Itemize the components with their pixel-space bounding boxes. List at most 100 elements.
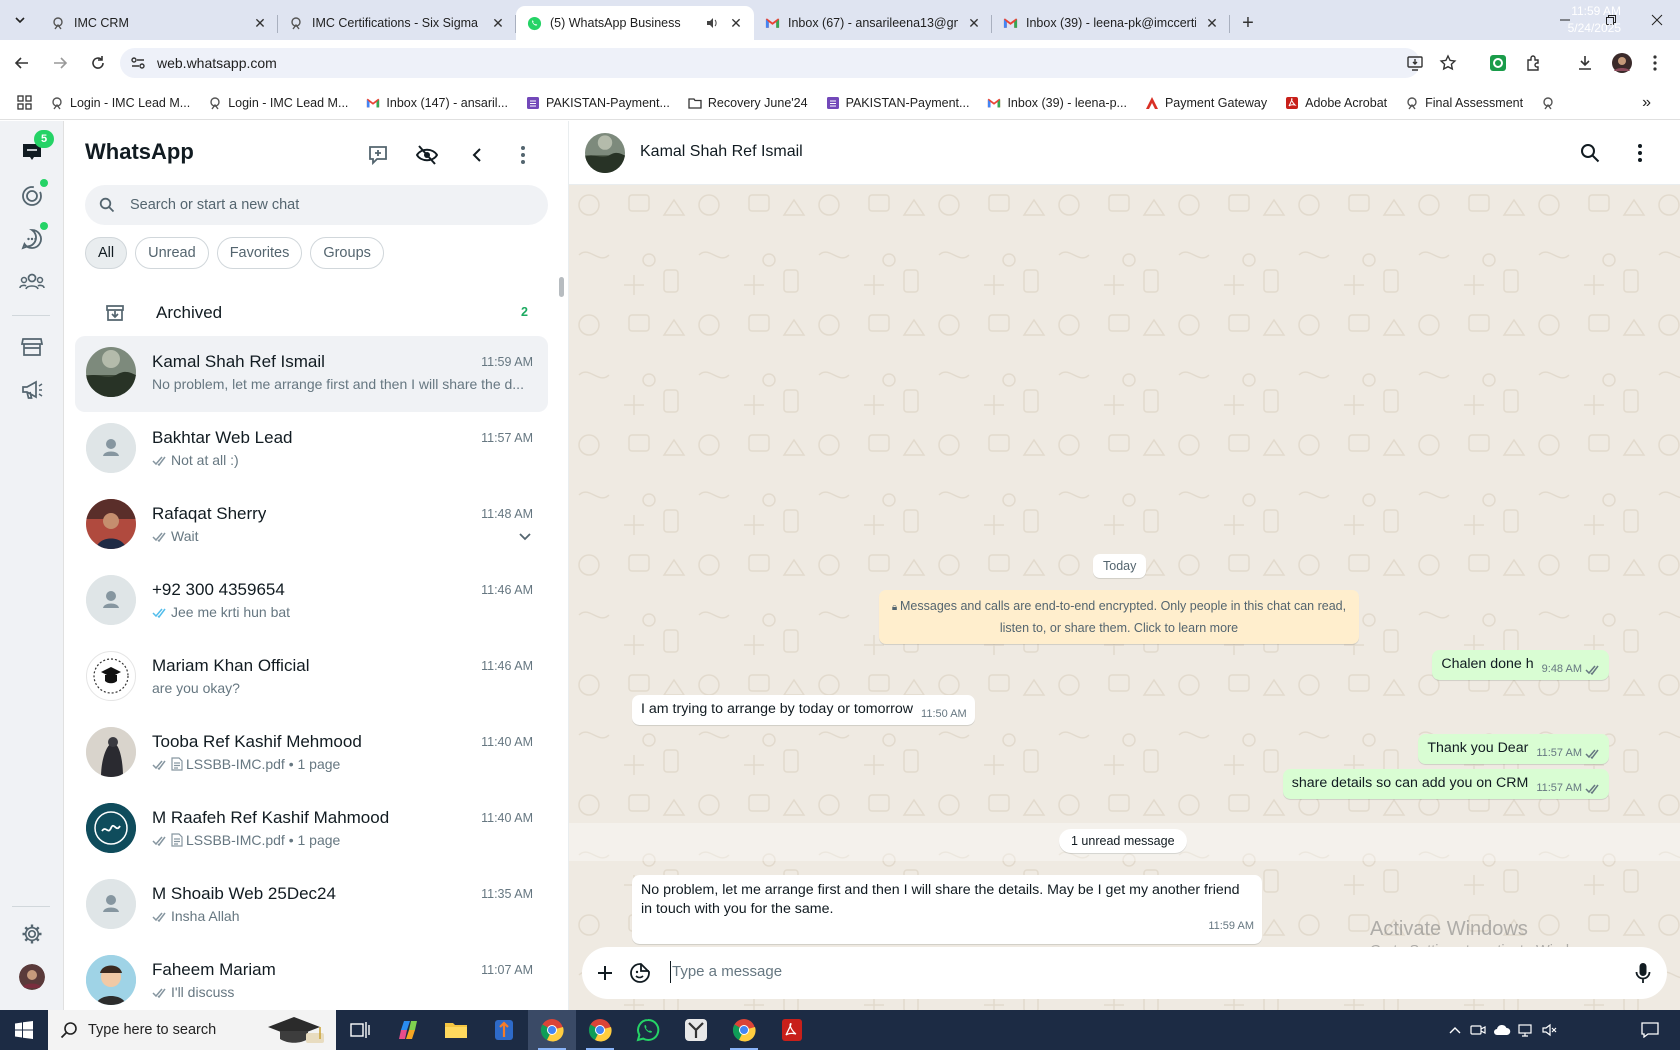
taskbar-chrome[interactable] [720, 1010, 768, 1050]
message-input[interactable]: Type a message [672, 963, 782, 980]
close-icon[interactable]: ✕ [728, 15, 744, 31]
browser-tab-gmail-inbox-39[interactable]: Inbox (39) - leena-pk@imccerti ✕ [992, 6, 1230, 40]
notification-center-button[interactable] [1630, 1010, 1670, 1050]
sidebar-menu-button[interactable] [510, 142, 536, 168]
chat-item-faheem-mariam[interactable]: Faheem Mariam 11:07 AM I'll discuss [75, 944, 548, 1010]
chat-item-tooba[interactable]: Tooba Ref Kashif Mehmood 11:40 AM LSSBB-… [75, 716, 548, 792]
close-icon[interactable]: ✕ [1204, 15, 1220, 31]
extensions-menu-button[interactable] [1518, 47, 1550, 79]
chat-item-m-shoaib[interactable]: M Shoaib Web 25Dec24 11:35 AM Insha Alla… [75, 868, 548, 944]
message-outgoing[interactable]: share details so can add you on CRM 11:5… [1282, 769, 1609, 799]
forward-button[interactable] [44, 47, 76, 79]
tray-meet-now[interactable] [1467, 1010, 1489, 1050]
chevron-down-icon[interactable] [517, 528, 533, 544]
archived-row[interactable]: Archived 2 [85, 289, 548, 337]
collapse-button[interactable] [464, 142, 490, 168]
lock-chats-button[interactable] [414, 142, 440, 168]
message-outgoing[interactable]: Thank you Dear 11:57 AM [1418, 734, 1609, 764]
speaker-icon[interactable] [704, 15, 720, 31]
close-icon[interactable]: ✕ [966, 15, 982, 31]
search-messages-button[interactable] [1577, 140, 1603, 166]
tray-volume[interactable] [1539, 1010, 1561, 1050]
sticker-button[interactable] [627, 960, 653, 986]
rail-channels-button[interactable] [19, 226, 45, 252]
rail-profile-button[interactable] [19, 964, 45, 990]
taskbar-chrome-profile[interactable] [576, 1010, 624, 1050]
filter-unread[interactable]: Unread [135, 237, 209, 269]
extension-button[interactable] [1482, 47, 1514, 79]
chat-list-scrollbar[interactable] [559, 277, 564, 297]
bookmark-login-imc-2[interactable]: Login - IMC Lead M... [199, 96, 357, 110]
bookmark-adobe-acrobat[interactable]: Adobe Acrobat [1276, 96, 1396, 110]
close-icon[interactable]: ✕ [252, 15, 268, 31]
task-view-button[interactable] [336, 1010, 384, 1050]
more-bookmarks-button[interactable]: » [1633, 94, 1660, 112]
tab-search-button[interactable] [0, 0, 40, 40]
taskbar-file-explorer[interactable] [432, 1010, 480, 1050]
rail-catalog-button[interactable] [19, 334, 45, 360]
browser-menu-button[interactable] [1639, 47, 1671, 79]
bookmark-inbox-147[interactable]: Inbox (147) - ansaril... [357, 96, 517, 110]
message-outgoing[interactable]: Chalen done h 9:48 AM [1432, 650, 1609, 680]
close-icon[interactable]: ✕ [490, 15, 506, 31]
reload-button[interactable] [82, 47, 114, 79]
taskbar-app-spheres[interactable] [672, 1010, 720, 1050]
tray-onedrive[interactable] [1491, 1010, 1513, 1050]
chat-item-m-raafeh[interactable]: M Raafeh Ref Kashif Mahmood 11:40 AM LSS… [75, 792, 548, 868]
rail-communities-button[interactable] [19, 269, 45, 295]
voice-message-button[interactable] [1630, 960, 1656, 986]
chat-item-bakhtar[interactable]: Bakhtar Web Lead 11:57 AM Not at all :) [75, 412, 548, 488]
contact-name[interactable]: Kamal Shah Ref Ismail [640, 143, 803, 161]
taskbar-whatsapp[interactable] [624, 1010, 672, 1050]
chat-item-mariam-khan[interactable]: Mariam Khan Official 11:46 AM are you ok… [75, 640, 548, 716]
taskbar-clock[interactable]: 11:59 AM 5/24/2025 [1561, 3, 1621, 37]
taskbar-acrobat[interactable] [768, 1010, 816, 1050]
close-window-button[interactable] [1634, 0, 1680, 40]
bookmark-star-button[interactable] [1432, 47, 1464, 79]
filter-all[interactable]: All [85, 237, 128, 269]
contact-avatar[interactable] [585, 133, 625, 173]
bookmark-pakistan-payment-1[interactable]: PAKISTAN-Payment... [517, 96, 679, 110]
chat-search-input[interactable]: Search or start a new chat [85, 185, 548, 225]
browser-tab-gmail-inbox-67[interactable]: Inbox (67) - ansarileena13@gm ✕ [754, 6, 992, 40]
rail-status-button[interactable] [19, 183, 45, 209]
chat-item-kamal-shah[interactable]: Kamal Shah Ref Ismail 11:59 AM No proble… [75, 336, 548, 412]
back-button[interactable] [6, 47, 38, 79]
bookmark-pakistan-payment-2[interactable]: PAKISTAN-Payment... [817, 96, 979, 110]
apps-button[interactable] [0, 95, 41, 110]
chat-item-phone-4359654[interactable]: +92 300 4359654 11:46 AM Jee me krti hun… [75, 564, 548, 640]
taskbar-app-figure[interactable] [480, 1010, 528, 1050]
site-settings-icon[interactable] [130, 55, 146, 71]
start-button[interactable] [0, 1010, 48, 1050]
new-tab-button[interactable]: + [1230, 6, 1266, 40]
downloads-button[interactable] [1569, 47, 1601, 79]
filter-groups[interactable]: Groups [310, 237, 384, 269]
conversation-header[interactable]: Kamal Shah Ref Ismail [569, 121, 1680, 185]
rail-advertise-button[interactable] [19, 377, 45, 403]
address-bar[interactable] [120, 48, 1420, 78]
bookmark-payment-gateway[interactable]: Payment Gateway [1136, 96, 1276, 110]
encryption-notice[interactable]: 🔒︎ Messages and calls are end-to-end enc… [879, 590, 1359, 644]
attach-button[interactable] [592, 960, 618, 986]
bookmark-inbox-39[interactable]: Inbox (39) - leena-p... [978, 96, 1136, 110]
tray-overflow-button[interactable] [1444, 1010, 1466, 1050]
browser-tab-imc-crm[interactable]: IMC CRM ✕ [40, 6, 278, 40]
filter-favorites[interactable]: Favorites [216, 237, 303, 269]
url-text[interactable]: web.whatsapp.com [157, 55, 277, 71]
chat-item-rafaqat[interactable]: Rafaqat Sherry 11:48 AM Wait [75, 488, 548, 564]
tray-network[interactable] [1515, 1010, 1537, 1050]
taskbar-copilot[interactable] [384, 1010, 432, 1050]
browser-tab-whatsapp[interactable]: (5) WhatsApp Business ✕ [516, 6, 754, 40]
bookmark-unnamed[interactable] [1532, 96, 1564, 110]
message-incoming[interactable]: No problem, let me arrange first and the… [632, 875, 1262, 944]
conversation-menu-button[interactable] [1627, 140, 1653, 166]
message-incoming[interactable]: I am trying to arrange by today or tomor… [632, 695, 975, 725]
bookmark-login-imc-1[interactable]: Login - IMC Lead M... [41, 96, 199, 110]
rail-settings-button[interactable] [19, 921, 45, 947]
browser-tab-imc-certifications[interactable]: IMC Certifications - Six Sigma G ✕ [278, 6, 516, 40]
bookmark-recovery[interactable]: Recovery June'24 [679, 96, 817, 110]
bookmark-final-assessment[interactable]: Final Assessment [1396, 96, 1532, 110]
install-app-button[interactable] [1399, 47, 1431, 79]
profile-button[interactable] [1606, 47, 1638, 79]
new-chat-button[interactable] [365, 142, 391, 168]
